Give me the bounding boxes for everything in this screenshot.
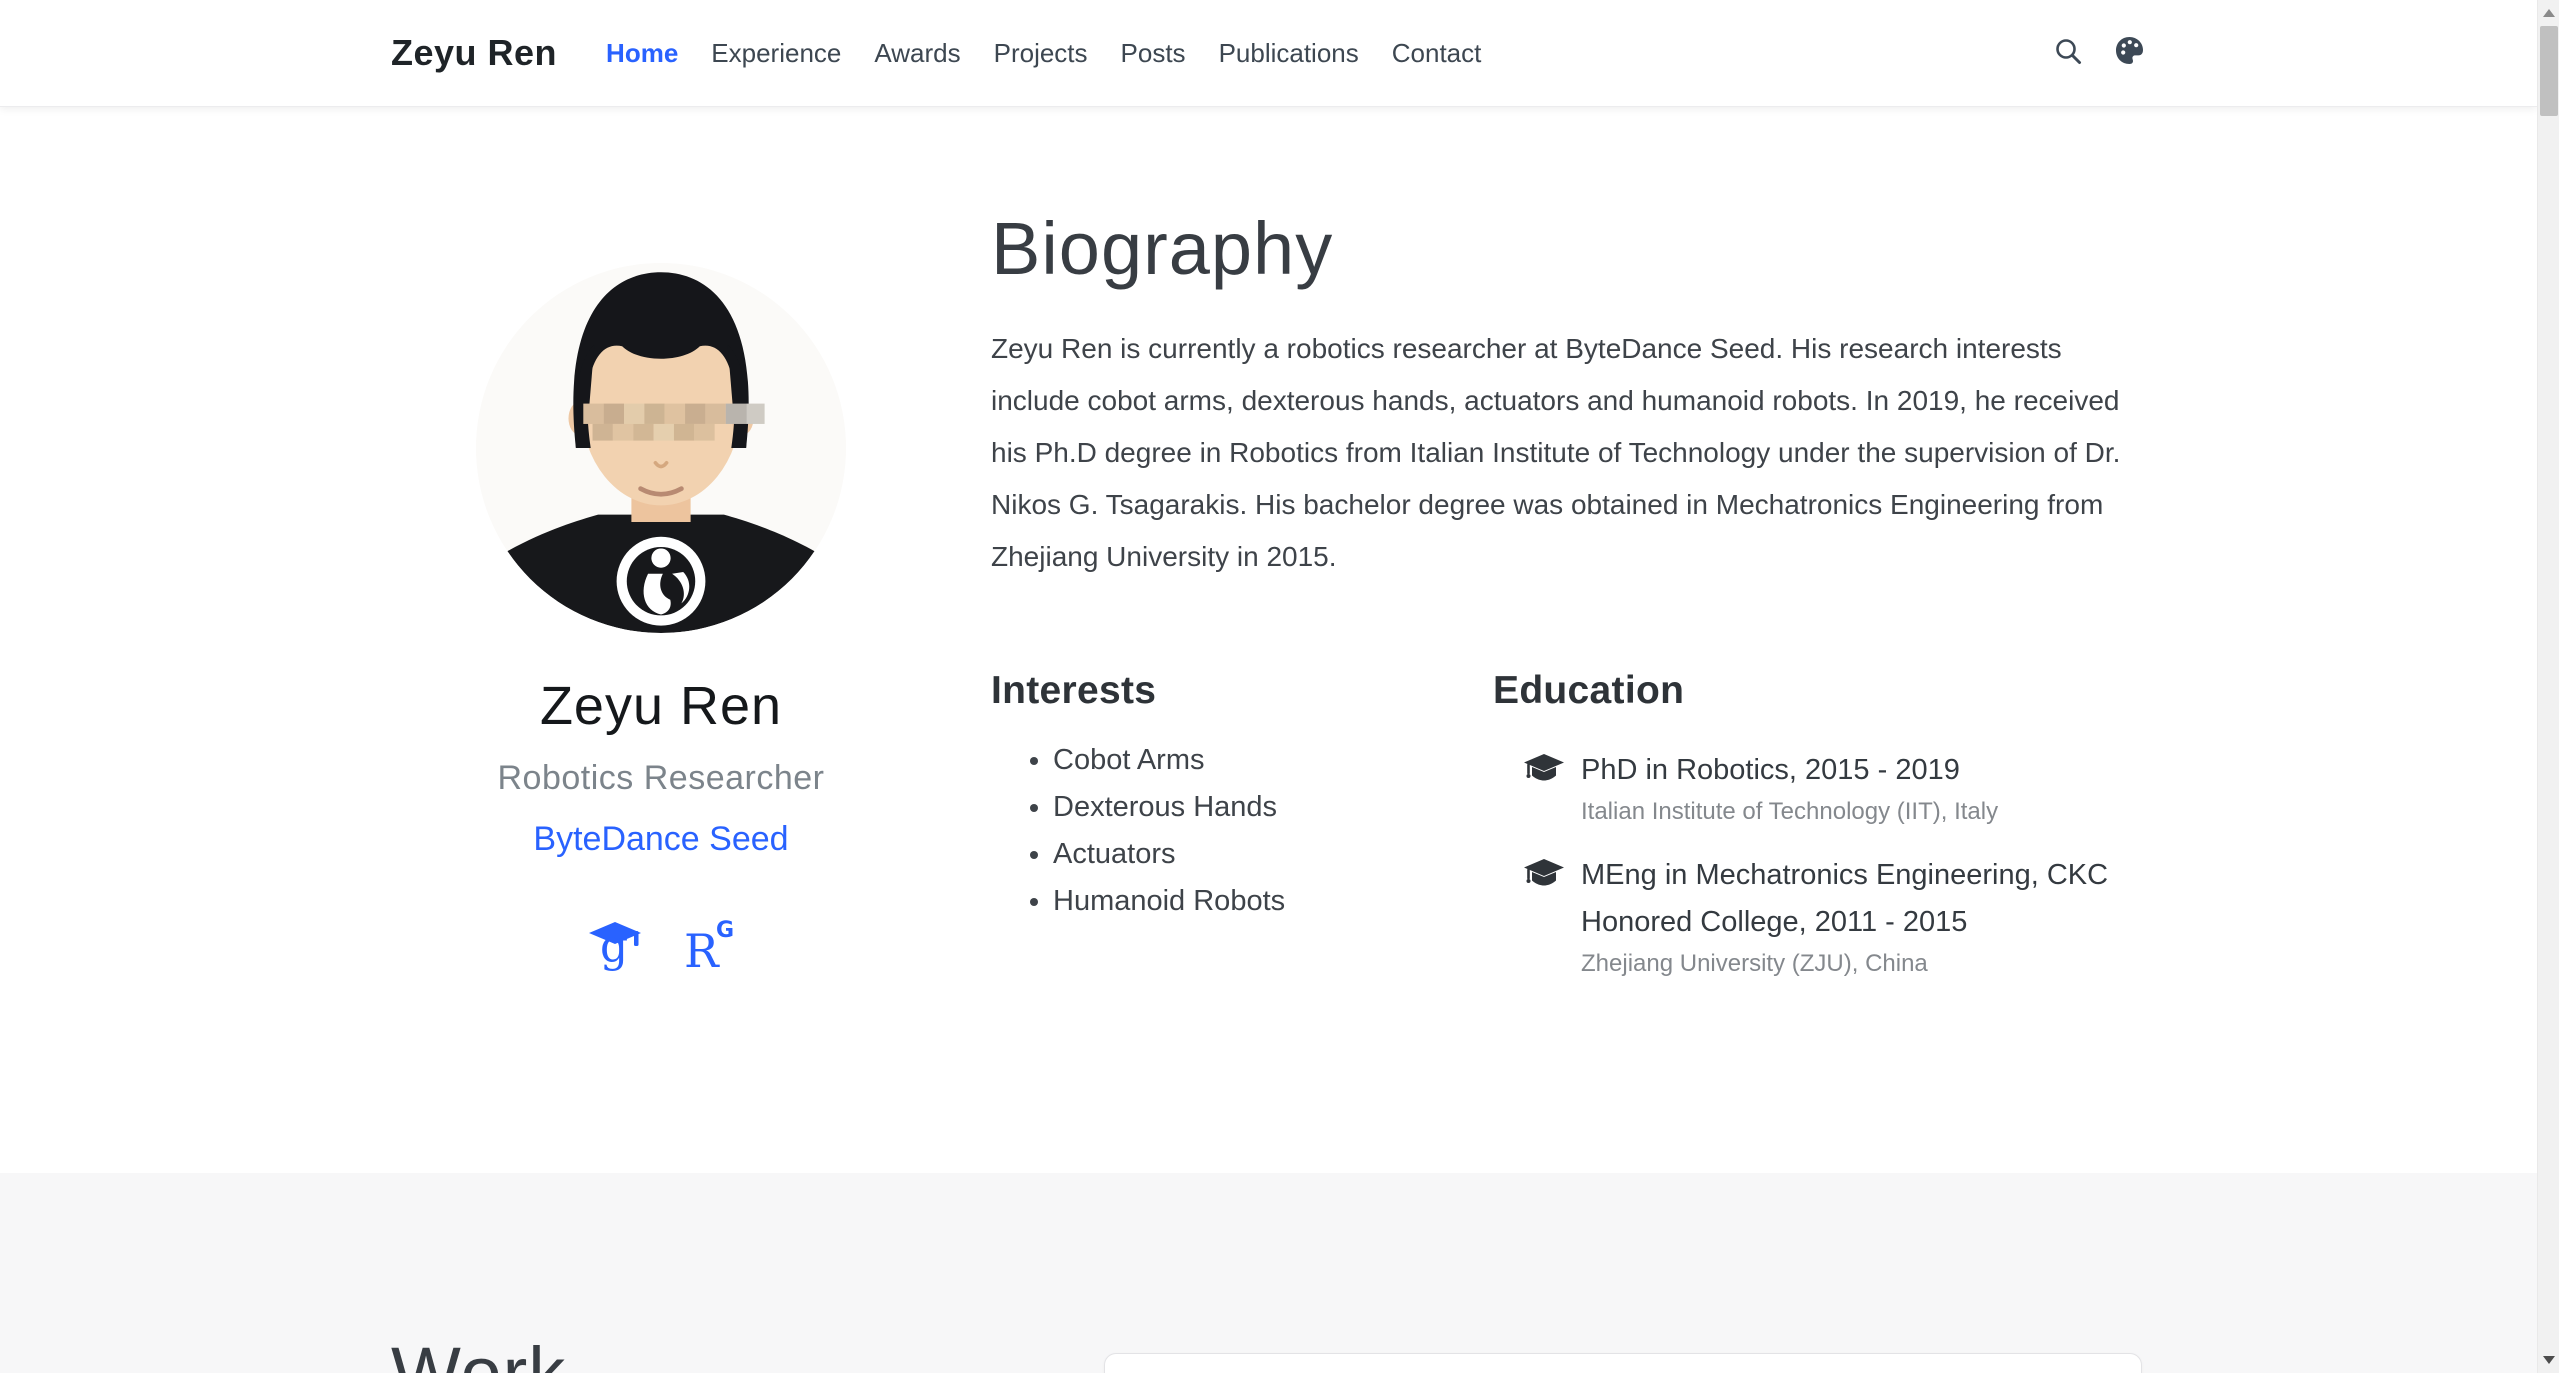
site-brand[interactable]: Zeyu Ren (391, 32, 557, 74)
biography-text: Zeyu Ren is currently a robotics researc… (991, 323, 2141, 583)
nav-item-contact[interactable]: Contact (1392, 38, 1482, 69)
education-degree: PhD in Robotics, 2015 - 2019 (1581, 747, 1998, 794)
nav-item-publications[interactable]: Publications (1219, 38, 1359, 69)
profile-name: Zeyu Ren (540, 675, 782, 737)
nav-item-posts[interactable]: Posts (1121, 38, 1186, 69)
social-links: g R G (587, 915, 735, 978)
google-scholar-icon: g (587, 915, 643, 978)
profile-role: Robotics Researcher (498, 759, 825, 798)
svg-text:g: g (600, 921, 628, 972)
education-item: PhD in Robotics, 2015 - 2019 Italian Ins… (1493, 747, 2146, 826)
main-nav: Home Experience Awards Projects Posts Pu… (606, 38, 1481, 69)
interest-item: Dexterous Hands (1053, 792, 1461, 822)
interest-item: Cobot Arms (1053, 745, 1461, 775)
education-item: MEng in Mechatronics Engineering, CKC Ho… (1493, 852, 2146, 978)
nav-item-home[interactable]: Home (606, 38, 678, 69)
education-institution: Italian Institute of Technology (IIT), I… (1581, 798, 1998, 826)
profile-column: Zeyu Ren Robotics Researcher ByteDance S… (391, 106, 931, 1004)
graduation-cap-icon (1524, 747, 1564, 790)
nav-item-experience[interactable]: Experience (711, 38, 841, 69)
researchgate-link[interactable]: R G (683, 915, 735, 978)
education-block: Education (1461, 669, 2146, 1004)
interest-item: Actuators (1053, 839, 1461, 869)
about-section: Zeyu Ren Robotics Researcher ByteDance S… (0, 106, 2537, 1173)
scrollbar-thumb[interactable] (2540, 26, 2558, 116)
graduation-cap-icon (1524, 852, 1564, 895)
organization-link[interactable]: ByteDance Seed (533, 820, 788, 859)
webpage: Zeyu Ren Home Experience Awards Projects… (0, 0, 2537, 1373)
experience-section: Work (0, 1173, 2537, 1373)
scrollbar-up-button[interactable] (2538, 0, 2559, 26)
scroll-up-arrow-icon (2543, 9, 2555, 17)
interests-block: Interests Cobot Arms Dexterous Hands Act… (991, 669, 1461, 1004)
nav-item-projects[interactable]: Projects (994, 38, 1088, 69)
education-heading: Education (1493, 669, 2146, 713)
search-icon (2053, 36, 2083, 71)
browser-viewport: Zeyu Ren Home Experience Awards Projects… (0, 0, 2559, 1373)
avatar (476, 263, 846, 633)
experience-card-top (1104, 1353, 2142, 1373)
top-navbar: Zeyu Ren Home Experience Awards Projects… (0, 0, 2537, 106)
scrollbar-down-button[interactable] (2538, 1347, 2559, 1373)
palette-icon (2113, 34, 2146, 72)
interest-item: Humanoid Robots (1053, 886, 1461, 916)
theme-toggle-button[interactable] (2113, 34, 2146, 72)
biography-column: Biography Zeyu Ren is currently a roboti… (931, 106, 2146, 1004)
education-degree: MEng in Mechatronics Engineering, CKC Ho… (1581, 852, 2146, 946)
google-scholar-link[interactable]: g (587, 915, 643, 978)
vertical-scrollbar[interactable] (2537, 0, 2559, 1373)
svg-text:R: R (684, 924, 720, 973)
researchgate-icon: R G (683, 915, 735, 978)
search-button[interactable] (2053, 36, 2083, 71)
scroll-down-arrow-icon (2543, 1356, 2555, 1364)
biography-heading: Biography (991, 206, 2146, 291)
svg-text:G: G (716, 918, 734, 943)
interests-heading: Interests (991, 669, 1461, 713)
experience-section-heading: Work (391, 1331, 566, 1373)
nav-item-awards[interactable]: Awards (874, 38, 960, 69)
education-institution: Zhejiang University (ZJU), China (1581, 950, 2146, 978)
